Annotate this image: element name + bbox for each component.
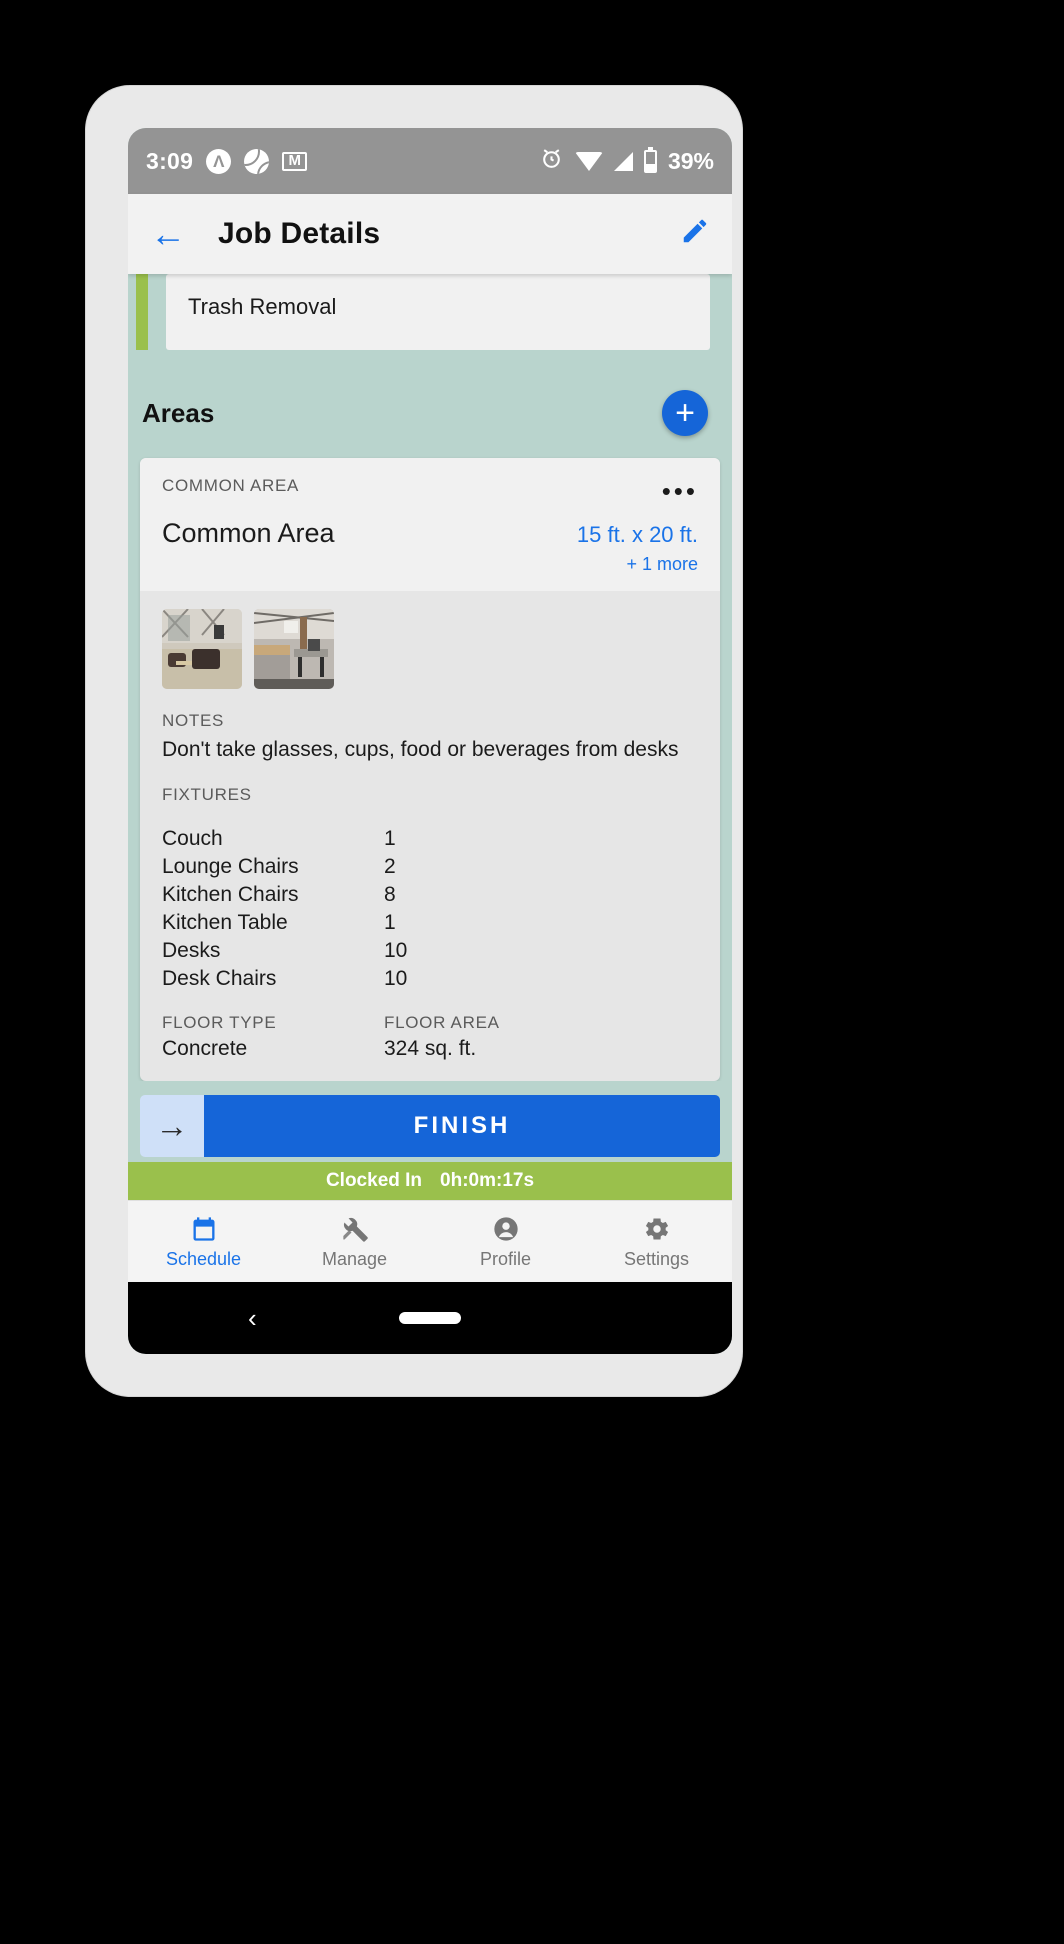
fixture-quantity: 8: [384, 883, 396, 907]
areas-title: Areas: [142, 397, 215, 428]
cell-signal-icon: [613, 151, 633, 171]
area-card-header-right: ••• 15 ft. x 20 ft. + 1 more: [577, 476, 698, 575]
floor-type-label: FLOOR TYPE: [162, 1012, 277, 1032]
fixture-quantity: 10: [384, 938, 408, 962]
back-arrow-icon[interactable]: ←: [150, 216, 196, 252]
nav-item-profile[interactable]: Profile: [430, 1201, 581, 1282]
area-more-dimensions-link[interactable]: + 1 more: [626, 554, 698, 575]
phone-screen: 3:09 Λ M 39% ← Job Details Trash Removal…: [128, 128, 732, 1354]
edit-pencil-icon[interactable]: [680, 216, 710, 253]
page-title: Job Details: [218, 217, 381, 250]
areas-section-header: Areas +: [128, 350, 732, 458]
person-icon: [491, 1214, 521, 1244]
floor-area-block: FLOOR AREA 324 sq. ft.: [384, 1013, 500, 1061]
action-bar: → FINISH: [128, 1080, 732, 1162]
clocked-in-elapsed: 0h:0m:17s: [440, 1170, 535, 1191]
status-bar: 3:09 Λ M 39%: [128, 128, 732, 194]
add-area-button[interactable]: +: [662, 390, 708, 436]
floor-area-label: FLOOR AREA: [384, 1012, 500, 1032]
status-bar-right: 39%: [539, 146, 714, 176]
task-item[interactable]: Trash Removal: [128, 274, 732, 350]
floor-area-value: 324 sq. ft.: [384, 1036, 477, 1060]
fixture-quantity: 1: [384, 827, 396, 851]
nav-item-settings[interactable]: Settings: [581, 1201, 732, 1282]
fixture-quantity: 10: [384, 966, 408, 990]
fixture-row: Kitchen Table 1: [162, 909, 698, 937]
fixture-quantity: 1: [384, 911, 396, 935]
fixture-row: Kitchen Chairs 8: [162, 881, 698, 909]
fixture-row: Lounge Chairs 2: [162, 853, 698, 881]
battery-icon: [643, 146, 657, 173]
android-home-pill[interactable]: [399, 1312, 461, 1324]
area-dimensions[interactable]: 15 ft. x 20 ft.: [577, 522, 698, 548]
fixture-name: Kitchen Chairs: [162, 883, 299, 907]
area-card[interactable]: COMMON AREA Common Area ••• 15 ft. x 20 …: [140, 458, 720, 1081]
fixture-name: Kitchen Table: [162, 911, 288, 935]
fixture-name: Desks: [162, 938, 221, 962]
fixture-row: Couch 1: [162, 825, 698, 853]
area-card-body: NOTES Don't take glasses, cups, food or …: [140, 591, 720, 1081]
floor-type-value: Concrete: [162, 1036, 248, 1060]
fixtures-list: Couch 1 Lounge Chairs 2 Kitchen Chairs 8 Kitch…: [162, 825, 698, 993]
area-name: Common Area: [162, 518, 335, 548]
floor-info-row: FLOOR TYPE Concrete FLOOR AREA 324 sq. f…: [162, 1013, 698, 1061]
phone-device-frame: 3:09 Λ M 39% ← Job Details Trash Removal…: [86, 86, 742, 1396]
clocked-in-banner[interactable]: Clocked In 0h:0m:17s: [128, 1162, 732, 1200]
alarm-icon: [539, 146, 564, 176]
wifi-icon: [574, 151, 603, 171]
status-bar-left: 3:09 Λ M: [146, 147, 308, 175]
next-area-button[interactable]: →: [140, 1094, 204, 1157]
gmail-icon: M: [282, 151, 308, 171]
task-name: Trash Removal: [166, 274, 710, 350]
fixture-row: Desks 10: [162, 937, 698, 965]
fixture-name: Couch: [162, 827, 223, 851]
fixture-name: Lounge Chairs: [162, 855, 299, 879]
area-card-header: COMMON AREA Common Area ••• 15 ft. x 20 …: [140, 458, 720, 591]
notes-text: Don't take glasses, cups, food or bevera…: [162, 738, 679, 761]
status-bar-clock: 3:09: [146, 147, 194, 174]
gear-icon: [642, 1214, 672, 1244]
battery-percent-label: 39%: [667, 147, 714, 174]
android-system-nav: ‹: [128, 1282, 732, 1354]
android-back-icon[interactable]: ‹: [248, 1303, 257, 1334]
nav-label-profile: Profile: [479, 1248, 532, 1269]
nav-item-manage[interactable]: Manage: [279, 1201, 430, 1282]
floor-type-block: FLOOR TYPE Concrete: [162, 1013, 384, 1061]
bottom-navigation: Schedule Manage Profile Settings: [128, 1200, 732, 1282]
fixture-quantity: 2: [384, 855, 396, 879]
nav-label-settings: Settings: [623, 1248, 690, 1269]
app-circle-icon: Λ: [206, 148, 232, 174]
fixture-row: Desk Chairs 10: [162, 965, 698, 993]
sports-ball-icon: [244, 148, 270, 174]
finish-button[interactable]: FINISH: [204, 1094, 720, 1157]
nav-label-schedule: Schedule: [165, 1248, 242, 1269]
area-photo-strip: [162, 609, 698, 689]
clocked-in-status: Clocked In: [325, 1170, 423, 1191]
scroll-content[interactable]: Trash Removal Areas + COMMON AREA Common…: [128, 274, 732, 1162]
area-type-label: COMMON AREA: [162, 476, 300, 495]
area-overflow-menu-icon[interactable]: •••: [662, 478, 698, 504]
app-bar: ← Job Details: [128, 194, 732, 274]
kitchen-photo[interactable]: [254, 609, 334, 689]
nav-label-manage: Manage: [321, 1248, 388, 1269]
nav-item-schedule[interactable]: Schedule: [128, 1201, 279, 1282]
area-card-header-left: COMMON AREA Common Area: [162, 476, 577, 575]
lounge-photo[interactable]: [162, 609, 242, 689]
tools-icon: [340, 1214, 370, 1244]
fixtures-label: FIXTURES: [162, 785, 252, 805]
notes-label: NOTES: [162, 711, 225, 730]
calendar-icon: [189, 1214, 219, 1244]
task-status-bar: [136, 274, 148, 350]
fixture-name: Desk Chairs: [162, 966, 277, 990]
